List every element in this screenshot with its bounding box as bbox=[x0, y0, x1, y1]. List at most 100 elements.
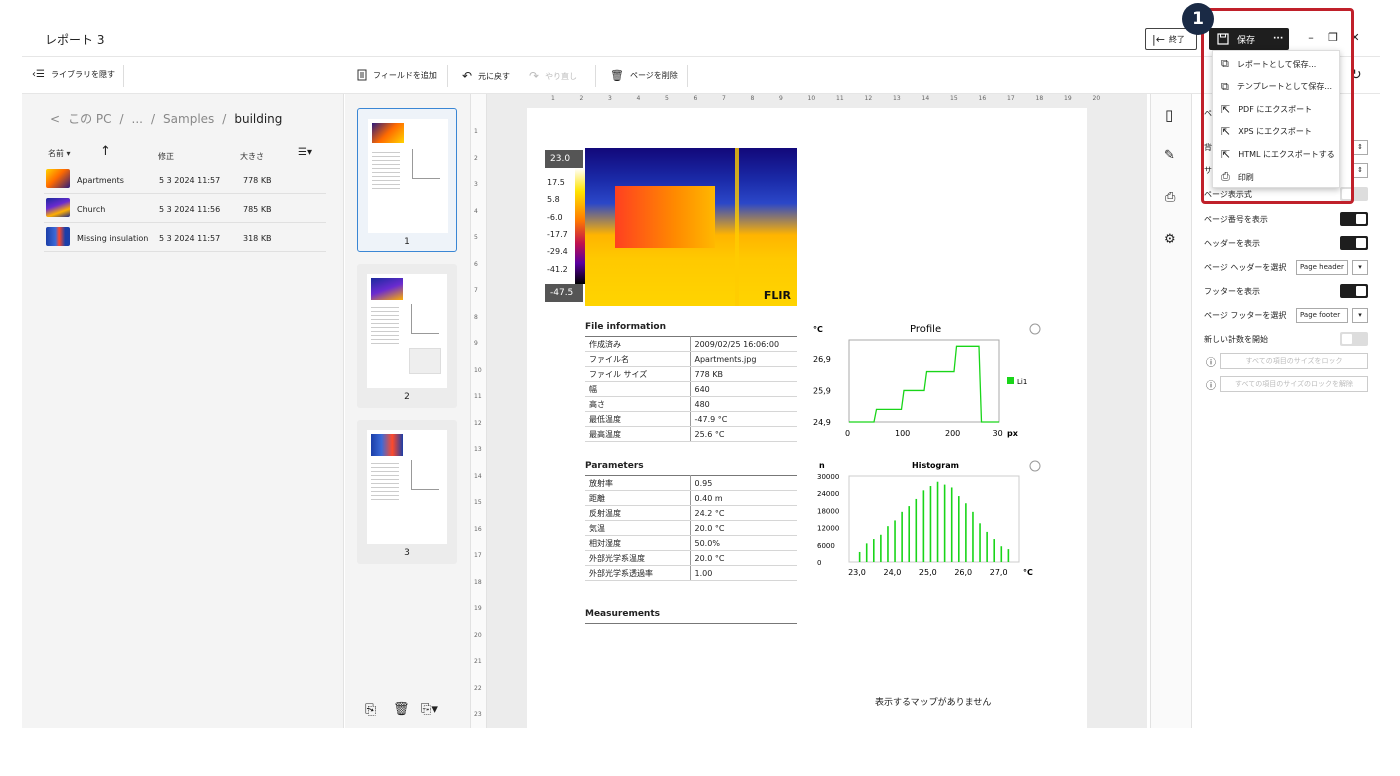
breadcrumb-ellipsis[interactable]: ... bbox=[132, 112, 143, 126]
unlock-all-sizes-button[interactable]: すべての項目のサイズのロックを解除 bbox=[1220, 376, 1368, 392]
x-axis-label: px bbox=[1007, 429, 1019, 438]
background-stepper[interactable]: ⇕ bbox=[1352, 140, 1368, 155]
property-toggle[interactable] bbox=[1340, 212, 1368, 226]
property-toggle[interactable] bbox=[1340, 236, 1368, 250]
settings-icon[interactable]: ⚙ bbox=[1164, 232, 1176, 247]
property-select[interactable]: Page footer bbox=[1296, 308, 1348, 323]
property-label: ページ フッターを選択 bbox=[1204, 311, 1287, 320]
file-modified: 5 3 2024 11:57 bbox=[159, 176, 221, 185]
profile-chart[interactable]: Profile °C 26,9 25,9 24,9 0 100 200 30 px Li1 bbox=[813, 318, 1043, 448]
thermal-min-label[interactable]: -47.5 bbox=[545, 284, 583, 302]
back-button[interactable]: < bbox=[50, 112, 60, 126]
info-icon: ⓘ bbox=[1206, 381, 1216, 392]
y-axis-label: °C bbox=[813, 325, 823, 334]
column-modified-header[interactable]: 修正 bbox=[158, 151, 174, 162]
file-row[interactable]: Church 5 3 2024 11:56 785 KB bbox=[44, 195, 326, 223]
pages-panel: 1 2 3 ⎘ 🗑 ⎘▾ bbox=[345, 94, 471, 728]
flir-logo: FLIR bbox=[763, 289, 791, 302]
breadcrumb-separator: / bbox=[151, 111, 156, 126]
table-row: ファイル サイズ 778 KB bbox=[585, 366, 797, 382]
measurements-title: Measurements bbox=[585, 609, 660, 619]
ruler-tick-label: 16 bbox=[474, 525, 482, 533]
x-tick-label: 100 bbox=[895, 429, 910, 438]
file-name: Missing insulation bbox=[77, 234, 149, 243]
thermal-scale-label: 5.8 bbox=[547, 195, 560, 205]
edit-field-icon[interactable]: ✎ bbox=[1164, 148, 1175, 163]
ruler-tick-label: 1 bbox=[474, 128, 478, 135]
histogram-chart[interactable]: Histogram n 30000 24000 18000 12000 6000 0 23,0 2… bbox=[813, 458, 1043, 593]
vertical-ruler: 1 2 3 4 5 6 7 8 9 10 11 12 13 14 15 16 17 18 19 20 21 22 23 bbox=[471, 94, 487, 728]
table-row: 外部光学系温度 20.0 °C bbox=[585, 550, 797, 566]
property-toggle[interactable] bbox=[1340, 284, 1368, 298]
ruler-tick-label: 21 bbox=[474, 658, 482, 665]
properties-tab-strip: ▯ ✎ ⎙ ⚙ bbox=[1150, 94, 1192, 728]
table-key: ファイル名 bbox=[585, 351, 691, 367]
thermal-max-label[interactable]: 23.0 bbox=[545, 150, 583, 168]
column-size-header[interactable]: 大きさ bbox=[240, 151, 264, 162]
undo-label: 元に戻す bbox=[478, 71, 511, 81]
column-name-header[interactable]: 名前 ▾ bbox=[48, 148, 71, 159]
ruler-tick-label: 23 bbox=[474, 711, 482, 718]
file-size: 318 KB bbox=[243, 234, 272, 243]
property-label: ページ ヘッダーを選択 bbox=[1204, 263, 1287, 272]
x-tick-label: 0 bbox=[845, 429, 850, 438]
size-stepper[interactable]: ⇕ bbox=[1352, 163, 1368, 178]
annotation-badge: 1 bbox=[1182, 3, 1214, 35]
y-tick-label: 24,9 bbox=[813, 418, 831, 427]
page-properties-icon[interactable]: ▯ bbox=[1165, 106, 1173, 124]
ruler-tick-label: 12 bbox=[474, 419, 482, 427]
breadcrumb-root[interactable]: この PC bbox=[68, 110, 111, 127]
duplicate-page-icon[interactable]: ⎘ bbox=[365, 702, 376, 718]
ruler-tick-label: 16 bbox=[978, 95, 987, 102]
view-options-icon[interactable]: ☰▾ bbox=[298, 147, 312, 158]
table-key: 反射温度 bbox=[585, 505, 691, 521]
page-preview bbox=[367, 274, 447, 388]
file-size: 778 KB bbox=[243, 176, 272, 185]
ruler-tick-label: 15 bbox=[950, 95, 958, 102]
hide-library-button[interactable]: ‹☰ ライブラリを隠す bbox=[32, 69, 115, 80]
page-thumbnail-2[interactable]: 2 bbox=[357, 264, 457, 408]
thermal-image[interactable]: FLIR bbox=[585, 148, 797, 306]
undo-button[interactable]: ↶ 元に戻す bbox=[462, 69, 510, 83]
parameters-table: 放射率 0.95 距離 0.40 m 反射温度 24.2 °C 気温 20.0 °C 相対湿度 5… bbox=[585, 475, 797, 581]
table-value: 20.0 °C bbox=[690, 550, 797, 566]
property-label: 新しい計数を開始 bbox=[1204, 335, 1268, 344]
sort-ascending-icon[interactable]: ↑ bbox=[100, 144, 111, 159]
table-value: 480 bbox=[690, 396, 797, 412]
chevron-down-icon[interactable]: ▾ bbox=[1352, 260, 1368, 275]
chevron-down-icon[interactable]: ▾ bbox=[1352, 308, 1368, 323]
histogram-bar bbox=[979, 523, 981, 562]
redo-icon: ↷ bbox=[529, 69, 540, 83]
file-thumbnail bbox=[46, 169, 70, 188]
delete-page-button[interactable]: 🗑 ページを削除 bbox=[610, 69, 678, 82]
add-page-dropdown-icon[interactable]: ⎘▾ bbox=[421, 702, 438, 717]
info-icon[interactable] bbox=[1029, 460, 1041, 472]
ruler-tick-label: 18 bbox=[1035, 95, 1044, 102]
delete-page-icon[interactable]: 🗑 bbox=[393, 702, 410, 717]
template-icon[interactable]: ⎙ bbox=[1165, 190, 1175, 205]
add-field-button[interactable]: フィールドを追加 bbox=[357, 69, 437, 81]
y-tick-label: 30000 bbox=[817, 473, 839, 481]
page-number: 1 bbox=[404, 237, 410, 247]
property-toggle[interactable] bbox=[1340, 332, 1368, 346]
histogram-bar bbox=[865, 543, 868, 562]
ruler-tick-label: 7 bbox=[474, 287, 478, 294]
histogram-bar bbox=[894, 520, 896, 562]
page-thumbnail-1[interactable]: 1 bbox=[357, 108, 457, 252]
file-row[interactable]: Missing insulation 5 3 2024 11:57 318 KB bbox=[44, 224, 326, 252]
info-icon[interactable] bbox=[1029, 323, 1041, 335]
file-name: Apartments bbox=[77, 176, 124, 185]
breadcrumb-samples[interactable]: Samples bbox=[163, 112, 214, 126]
histogram-bar bbox=[915, 498, 918, 562]
lock-all-sizes-button[interactable]: すべての項目のサイズをロック bbox=[1220, 353, 1368, 369]
property-select[interactable]: Page header bbox=[1296, 260, 1348, 275]
toolbar-divider bbox=[123, 65, 124, 87]
building-hotspot bbox=[615, 186, 715, 248]
table-key: 最低温度 bbox=[585, 411, 691, 427]
ruler-tick-label: 8 bbox=[474, 313, 478, 321]
file-thumbnail bbox=[46, 198, 70, 217]
file-row[interactable]: Apartments 5 3 2024 11:57 778 KB bbox=[44, 166, 326, 194]
page-thumbnail-3[interactable]: 3 bbox=[357, 420, 457, 564]
table-value: 0.95 bbox=[690, 475, 797, 491]
redo-button[interactable]: ↷ やり直し bbox=[529, 69, 577, 83]
